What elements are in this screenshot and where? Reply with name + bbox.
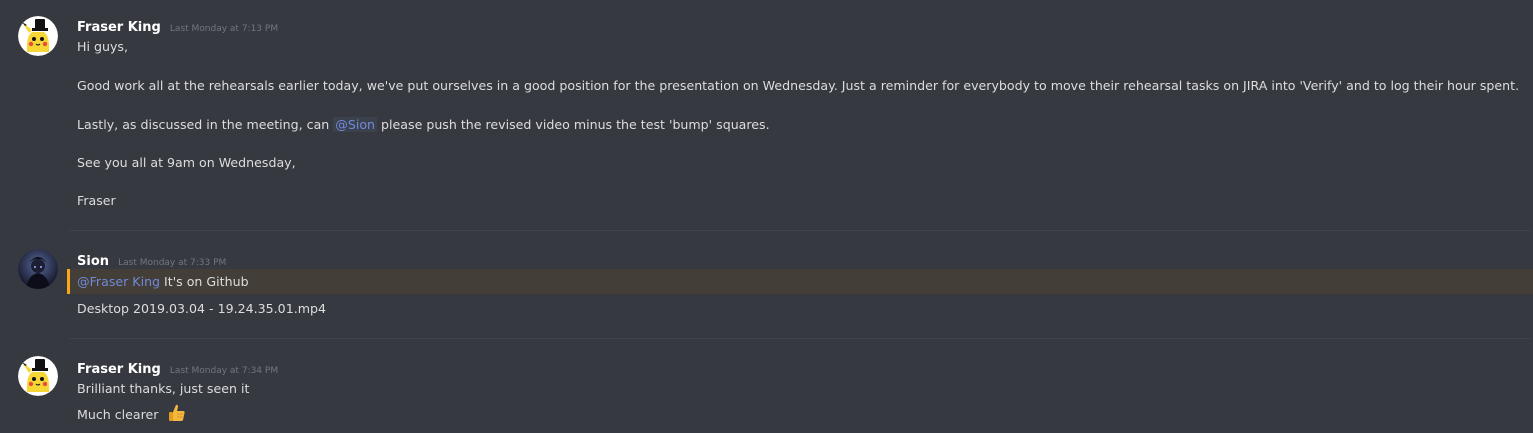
user-avatar[interactable] — [18, 16, 58, 56]
user-avatar[interactable] — [18, 249, 58, 289]
message-divider — [70, 230, 1530, 231]
username[interactable]: Fraser King — [77, 20, 161, 35]
message-text: Desktop 2019.03.04 - 19.24.35.01.mp4 — [77, 301, 326, 316]
message-header: Sion Last Monday at 7:33 PM — [77, 250, 226, 270]
user-mention[interactable]: @Sion — [333, 117, 378, 132]
message-header: Fraser King Last Monday at 7:13 PM — [77, 16, 278, 36]
user-mention[interactable]: @Fraser King — [77, 274, 160, 289]
mention-highlight — [67, 269, 1533, 294]
message-text: Fraser — [77, 193, 116, 208]
message-text: Good work all at the rehearsals earlier … — [77, 78, 1520, 93]
user-avatar[interactable] — [18, 356, 58, 396]
message-text-part: Lastly, as discussed in the meeting, can — [77, 117, 334, 132]
timestamp[interactable]: Last Monday at 7:13 PM — [170, 24, 278, 34]
message-text: Brilliant thanks, just seen it — [77, 381, 250, 396]
message-text: Much clearer — [77, 403, 187, 428]
message-text-part: It's on Github — [160, 274, 249, 289]
message-text-part: Much clearer — [77, 407, 159, 422]
message-divider — [70, 338, 1530, 339]
pikachu-tophat-avatar-icon — [18, 356, 58, 396]
message-text: Hi guys, — [77, 39, 128, 54]
timestamp[interactable]: Last Monday at 7:33 PM — [118, 258, 226, 268]
message-text: See you all at 9am on Wednesday, — [77, 155, 296, 170]
thumbs-up-icon[interactable] — [167, 403, 187, 428]
username[interactable]: Fraser King — [77, 362, 161, 377]
message-text-part: please push the revised video minus the … — [377, 117, 770, 132]
username[interactable]: Sion — [77, 254, 109, 269]
message-text: @Fraser King It's on Github — [77, 273, 249, 291]
pikachu-tophat-avatar-icon — [18, 16, 58, 56]
message-text: Lastly, as discussed in the meeting, can… — [77, 116, 770, 134]
message-header: Fraser King Last Monday at 7:34 PM — [77, 358, 278, 378]
dark-character-avatar-icon — [18, 249, 58, 289]
chat-messages: Fraser King Last Monday at 7:13 PM Hi gu… — [0, 0, 1533, 433]
timestamp[interactable]: Last Monday at 7:34 PM — [170, 366, 278, 376]
